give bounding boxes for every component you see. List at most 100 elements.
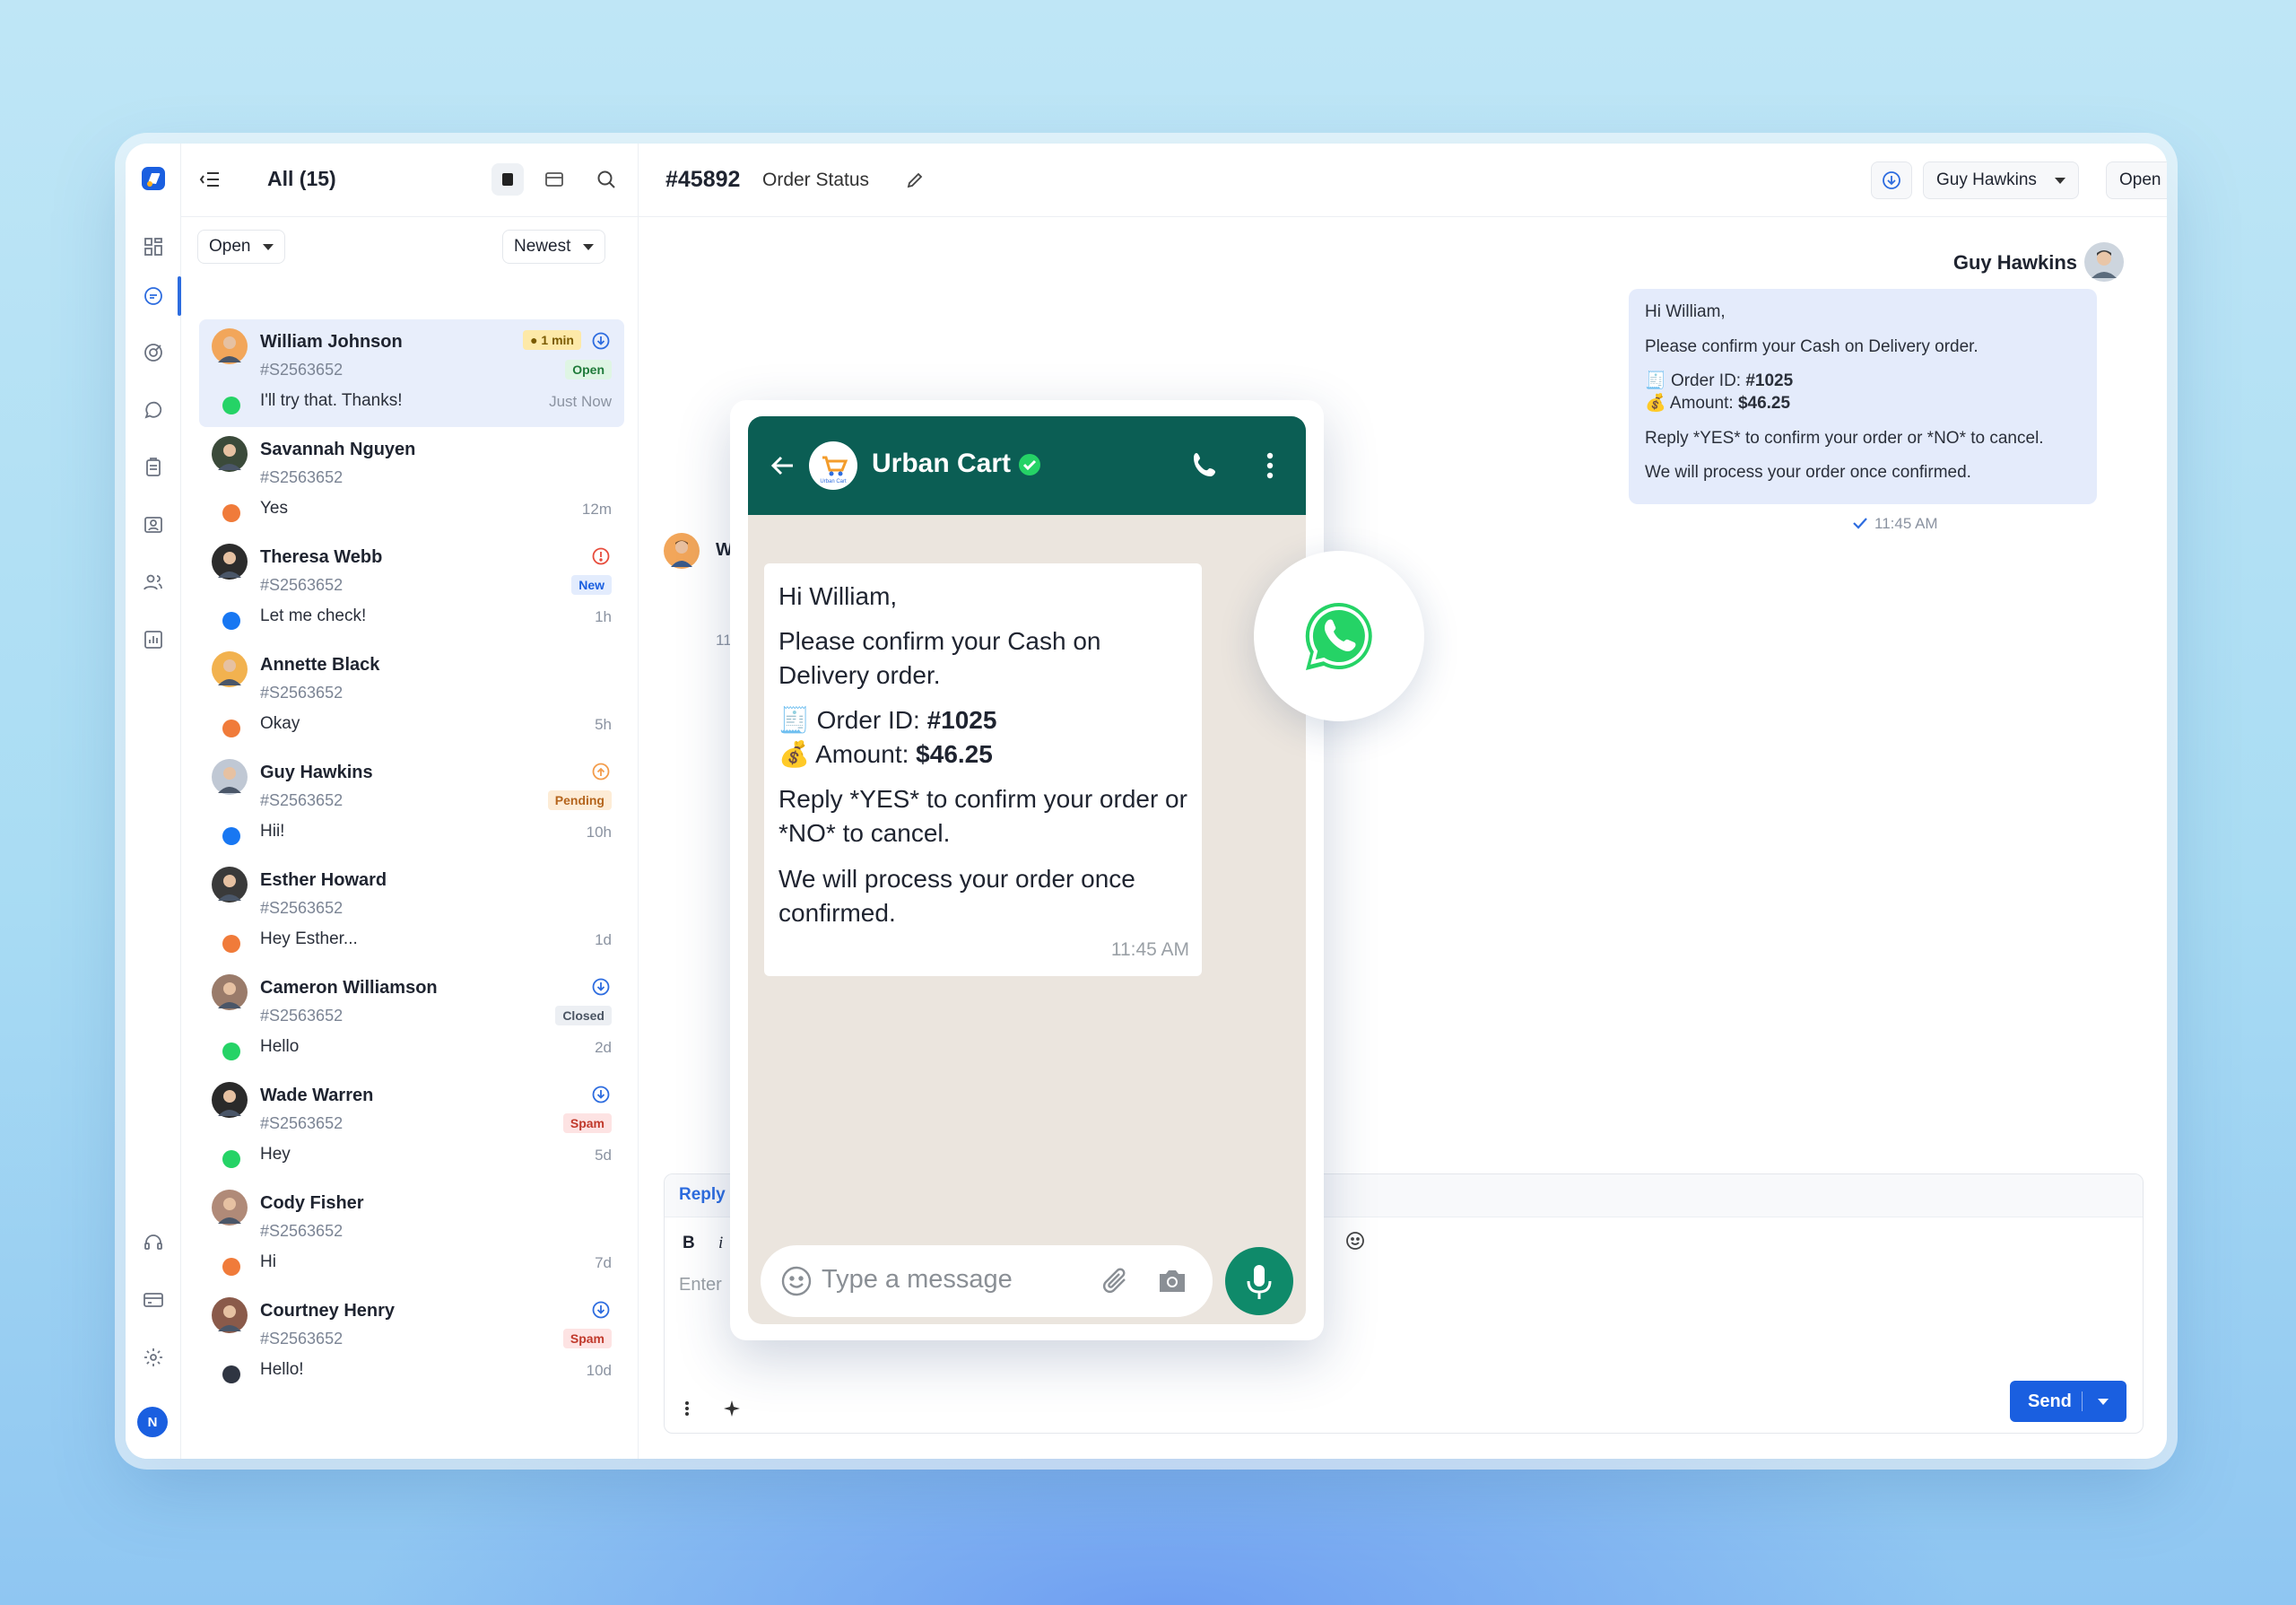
sort-value: Newest [514, 237, 571, 256]
status-badge: Pending [547, 790, 612, 810]
whatsapp-channel-icon [222, 1150, 240, 1168]
amount-value: $46.25 [1737, 394, 1791, 414]
contact-avatar [212, 974, 248, 1010]
whatsapp-phone: Urban Cart Urban Cart Hi William, Please… [748, 416, 1306, 1324]
assignee-value: Guy Hawkins [1936, 170, 2037, 189]
conversation-list-panel: All (15) Open Newest William Johnson #S2… [181, 144, 639, 1459]
whatsapp-message-input[interactable]: Type a message [761, 1245, 1213, 1317]
emoji-icon[interactable] [1344, 1230, 1366, 1256]
receipt-icon: 🧾 [778, 706, 810, 735]
conversation-item[interactable]: Guy Hawkins #S2563652 Hii! 10h Pending [199, 750, 624, 858]
card-view-icon[interactable] [491, 163, 524, 196]
settings-gear-icon[interactable] [140, 1344, 167, 1371]
message-time: 7d [595, 1254, 612, 1271]
conversation-item[interactable]: Cody Fisher #S2563652 Hi 7d [199, 1181, 624, 1288]
whatsapp-logo-icon [1305, 602, 1372, 670]
conversation-item[interactable]: Theresa Webb #S2563652 Let me check! 1h … [199, 535, 624, 642]
composer-input[interactable]: Enter [679, 1275, 722, 1295]
status-filter-dropdown[interactable]: Open [197, 230, 286, 264]
message-timestamp: 11:45 AM [1874, 515, 1938, 532]
reports-icon[interactable] [140, 626, 167, 653]
bold-button[interactable]: B [683, 1234, 695, 1253]
emoji-icon[interactable] [780, 1265, 813, 1302]
send-button[interactable]: Send [2010, 1381, 2126, 1422]
contact-name: Cody Fisher [260, 1193, 364, 1213]
ticket-status-dropdown[interactable]: Open [2106, 161, 2167, 199]
list-view-icon[interactable] [538, 163, 570, 196]
app-logo[interactable] [138, 163, 169, 194]
voice-record-button[interactable] [1225, 1247, 1293, 1315]
target-icon[interactable] [140, 339, 167, 366]
logo-text: Urban Cart [820, 479, 847, 484]
send-options-chevron-icon[interactable] [2098, 1399, 2109, 1405]
user-avatar[interactable]: N [137, 1407, 168, 1437]
camera-icon[interactable] [1155, 1265, 1189, 1302]
search-icon[interactable] [590, 163, 622, 196]
conversation-item[interactable]: Savannah Nguyen #S2563652 Yes 12m [199, 427, 624, 535]
assignee-dropdown[interactable]: Guy Hawkins [1923, 161, 2079, 199]
conversation-item[interactable]: Courtney Henry #S2563652 Hello! 10d Spam [199, 1288, 624, 1396]
collapse-menu-icon[interactable] [194, 163, 226, 196]
last-message: Hello! [260, 1360, 304, 1379]
status-badge: Spam [562, 1113, 612, 1133]
last-message: Hi [260, 1252, 276, 1271]
agent-avatar [2084, 242, 2124, 282]
download-icon[interactable] [1871, 161, 1912, 199]
status-badge: Closed [555, 1006, 612, 1025]
ticket-number: #S2563652 [260, 1222, 344, 1240]
chevron-down-icon [263, 243, 274, 250]
input-placeholder: Type a message [822, 1265, 1013, 1294]
ticket-number: #S2563652 [260, 1007, 344, 1025]
clipboard-icon[interactable] [140, 454, 167, 481]
ticket-number: #S2563652 [260, 791, 344, 809]
facebook-channel-icon [222, 827, 240, 845]
contact-name: Annette Black [260, 655, 380, 675]
conversation-item[interactable]: William Johnson #S2563652 I'll try that.… [199, 319, 624, 427]
ticket-number: #S2563652 [260, 361, 344, 379]
chat-channel-icon [222, 504, 240, 522]
send-label: Send [2028, 1391, 2072, 1411]
message-closing: We will process your order once confirme… [1645, 463, 1971, 483]
ticket-subject: Order Status [762, 170, 870, 190]
message-time: 12m [581, 501, 612, 518]
sort-dropdown[interactable]: Newest [502, 230, 606, 264]
ai-sparkle-icon[interactable] [722, 1399, 742, 1423]
agent-message-bubble: Hi William, Please confirm your Cash on … [1629, 289, 2097, 504]
conversation-item[interactable]: Annette Black #S2563652 Okay 5h [199, 642, 624, 750]
alert-icon [592, 547, 610, 565]
contact-name: Theresa Webb [260, 547, 383, 567]
team-icon[interactable] [140, 569, 167, 596]
menu-dots-icon[interactable] [1266, 452, 1274, 484]
amount-line: 💰 Amount: $46.25 [1645, 393, 2081, 415]
more-options-icon[interactable] [684, 1400, 690, 1421]
conversation-item[interactable]: Cameron Williamson #S2563652 Hello 2d Cl… [199, 965, 624, 1073]
message-time: 10d [586, 1362, 612, 1379]
contact-card-icon[interactable] [140, 511, 167, 538]
dashboard-icon[interactable] [140, 233, 167, 260]
phone-call-icon[interactable] [1189, 449, 1222, 485]
headset-icon[interactable] [140, 1229, 167, 1256]
whatsapp-message-bubble: Hi William, Please confirm your Cash on … [764, 563, 1202, 976]
last-message: Yes [260, 499, 288, 518]
last-message: I'll try that. Thanks! [260, 391, 403, 410]
status-badge: Open [565, 360, 612, 379]
chevron-down-icon [583, 243, 595, 250]
ticket-header: #45892 Order Status Guy Hawkins Open [639, 144, 2167, 217]
send-divider [2082, 1391, 2083, 1411]
conversations-icon[interactable] [140, 283, 167, 310]
contact-name: Esther Howard [260, 870, 387, 890]
conversation-item[interactable]: Wade Warren #S2563652 Hey 5d Spam [199, 1073, 624, 1181]
back-arrow-icon[interactable] [770, 452, 796, 484]
attachment-paperclip-icon[interactable] [1100, 1265, 1132, 1302]
tab-reply[interactable]: Reply [679, 1185, 726, 1205]
last-message: Hii! [260, 822, 285, 841]
wa-order-id-line: 🧾 Order ID: #1025 [778, 703, 1187, 737]
whatsapp-icon[interactable] [140, 397, 167, 423]
contact-avatar [212, 436, 248, 472]
conversation-item[interactable]: Esther Howard #S2563652 Hey Esther... 1d [199, 858, 624, 965]
italic-button[interactable]: i [718, 1234, 723, 1253]
ticket-id: #45892 [665, 167, 741, 192]
billing-icon[interactable] [140, 1287, 167, 1313]
last-message: Hey Esther... [260, 929, 358, 948]
edit-pencil-icon[interactable] [899, 164, 931, 196]
